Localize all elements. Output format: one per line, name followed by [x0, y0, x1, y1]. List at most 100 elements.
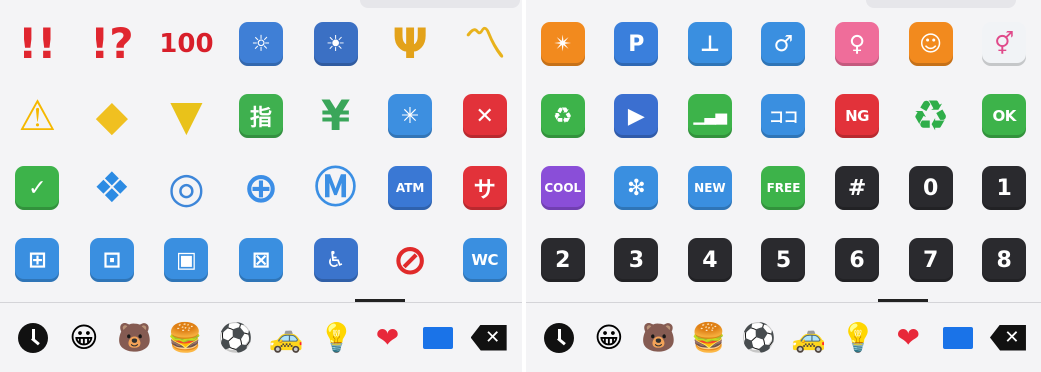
emoji-cell[interactable]: 指: [224, 80, 299, 152]
antenna-bars-icon: ▁▃▅: [687, 94, 732, 138]
emoji-cell[interactable]: 0: [894, 152, 968, 224]
emoji-cell[interactable]: ✳: [373, 80, 448, 152]
cinema-icon: ▶: [614, 94, 659, 138]
emoji-cell[interactable]: Ⓜ: [298, 152, 373, 224]
emoji-keyboard-right: ✴ P ⊥ ♂ ♀ ☺ ⚥ ♻ ▶ ▁▃▅ ココ NG ♻ OK COOL ❇ NEW FREE #0 1 2 3 4 5 6 7…: [526, 0, 1041, 372]
emoji-cell[interactable]: NEW: [673, 152, 747, 224]
activity-category-button[interactable]: ⚽: [739, 318, 779, 358]
emoji-cell[interactable]: ▼: [149, 80, 224, 152]
emoji-cell[interactable]: ココ: [747, 80, 821, 152]
emoji-cell[interactable]: 6: [820, 224, 894, 296]
emoji-cell[interactable]: 8: [967, 224, 1041, 296]
objects-category-button[interactable]: 💡: [838, 318, 878, 358]
keycap-8-icon: 8: [982, 238, 1027, 282]
baggage-claim-icon: ▣: [164, 238, 209, 282]
eight-spoked-asterisk-icon: ✳: [388, 94, 433, 138]
food-category-button[interactable]: 🍔: [689, 318, 729, 358]
emoji-cell[interactable]: ☺: [894, 8, 968, 80]
emoji-cell[interactable]: ◆: [75, 80, 150, 152]
japanese-reserved-button-icon: 指: [238, 94, 283, 138]
emoji-cell[interactable]: ☼: [224, 8, 299, 80]
recent-clock-button[interactable]: [13, 318, 53, 358]
emoji-cell[interactable]: ✴: [526, 8, 600, 80]
emoji-cell[interactable]: FREE: [747, 152, 821, 224]
emoji-cell[interactable]: !?: [75, 8, 150, 80]
emoji-cell[interactable]: ▣: [149, 224, 224, 296]
emoji-cell[interactable]: P: [600, 8, 674, 80]
emoji-cell[interactable]: ⊡: [75, 224, 150, 296]
emoji-cell[interactable]: WC: [447, 224, 522, 296]
food-category-button[interactable]: 🍔: [165, 318, 205, 358]
smileys-category-button[interactable]: 😀: [64, 318, 104, 358]
litter-in-bin-sign-icon: ♻: [540, 94, 585, 138]
emoji-cell[interactable]: 2: [526, 224, 600, 296]
mens-room-icon: ♂: [761, 22, 806, 66]
emoji-cell[interactable]: ❖: [75, 152, 150, 224]
emoji-cell[interactable]: ⊞: [0, 224, 75, 296]
emoji-cell[interactable]: ◎: [149, 152, 224, 224]
children-crossing-icon: ◆: [95, 91, 128, 140]
emoji-cell[interactable]: NG: [820, 80, 894, 152]
emoji-cell[interactable]: COOL: [526, 152, 600, 224]
emoji-cell[interactable]: ♀: [820, 8, 894, 80]
animals-category-button[interactable]: 🐻: [639, 318, 679, 358]
emoji-cell[interactable]: Ψ: [373, 8, 448, 80]
keycap-0-icon: 0: [908, 166, 953, 210]
activity-category-button[interactable]: ⚽: [216, 318, 256, 358]
food-category-icon: 🍔: [691, 321, 727, 354]
emoji-cell[interactable]: 3: [600, 224, 674, 296]
emoji-cell[interactable]: ❇: [600, 152, 674, 224]
emoji-cell[interactable]: ⚠: [0, 80, 75, 152]
emoji-cell[interactable]: ⚥: [967, 8, 1041, 80]
backspace-button[interactable]: ✕: [469, 318, 509, 358]
travel-category-button[interactable]: 🚕: [266, 318, 306, 358]
emoji-cell[interactable]: ✕: [447, 80, 522, 152]
animals-category-button[interactable]: 🐻: [114, 318, 154, 358]
emoji-cell[interactable]: ⊕: [224, 152, 299, 224]
smileys-category-icon: 😀: [594, 321, 624, 354]
eight-pointed-star-icon: ✴: [540, 22, 585, 66]
emoji-cell[interactable]: 100: [149, 8, 224, 80]
objects-category-button[interactable]: 💡: [317, 318, 357, 358]
emoji-cell[interactable]: 1: [967, 152, 1041, 224]
flags-category-button[interactable]: [418, 318, 458, 358]
cool-button-icon: COOL: [540, 166, 585, 210]
emoji-cell[interactable]: サ: [447, 152, 522, 224]
emoji-cell[interactable]: #: [820, 152, 894, 224]
emoji-cell[interactable]: ☀: [298, 8, 373, 80]
water-closet-icon: WC: [462, 238, 507, 282]
emoji-cell[interactable]: ⊥: [673, 8, 747, 80]
emoji-cell[interactable]: ▁▃▅: [673, 80, 747, 152]
emoji-cell[interactable]: ⊘: [373, 224, 448, 296]
baby-symbol-icon: ☺: [908, 22, 953, 66]
emoji-cell[interactable]: 〽: [447, 8, 522, 80]
customs-icon: ⊡: [89, 238, 134, 282]
emoji-cell[interactable]: 5: [747, 224, 821, 296]
emoji-cell[interactable]: ⊠: [224, 224, 299, 296]
emoji-cell[interactable]: ✓: [0, 152, 75, 224]
symbols-category-button[interactable]: ❤: [367, 318, 407, 358]
keycap-2-icon: 2: [540, 238, 585, 282]
symbols-category-button[interactable]: ❤: [888, 318, 928, 358]
emoji-cell[interactable]: 7: [894, 224, 968, 296]
emoji-cell[interactable]: ♻: [894, 80, 968, 152]
japanese-here-button-icon: ココ: [761, 94, 806, 138]
emoji-cell[interactable]: ♿: [298, 224, 373, 296]
emoji-cell[interactable]: ATM: [373, 152, 448, 224]
emoji-cell[interactable]: OK: [967, 80, 1041, 152]
emoji-cell[interactable]: ▶: [600, 80, 674, 152]
no-smoking-icon: ⊘: [392, 235, 428, 284]
emoji-cell[interactable]: ♂: [747, 8, 821, 80]
travel-category-button[interactable]: 🚕: [788, 318, 828, 358]
emoji-cell[interactable]: ♻: [526, 80, 600, 152]
emoji-cell[interactable]: !!: [0, 8, 75, 80]
emoji-cell[interactable]: 4: [673, 224, 747, 296]
smileys-category-button[interactable]: 😀: [589, 318, 629, 358]
keycap-7-icon: 7: [908, 238, 953, 282]
p-button-icon: P: [614, 22, 659, 66]
emoji-cell[interactable]: ¥: [298, 80, 373, 152]
ng-button-icon: NG: [835, 94, 880, 138]
flags-category-button[interactable]: [938, 318, 978, 358]
backspace-button[interactable]: ✕: [988, 318, 1028, 358]
recent-clock-button[interactable]: [539, 318, 579, 358]
